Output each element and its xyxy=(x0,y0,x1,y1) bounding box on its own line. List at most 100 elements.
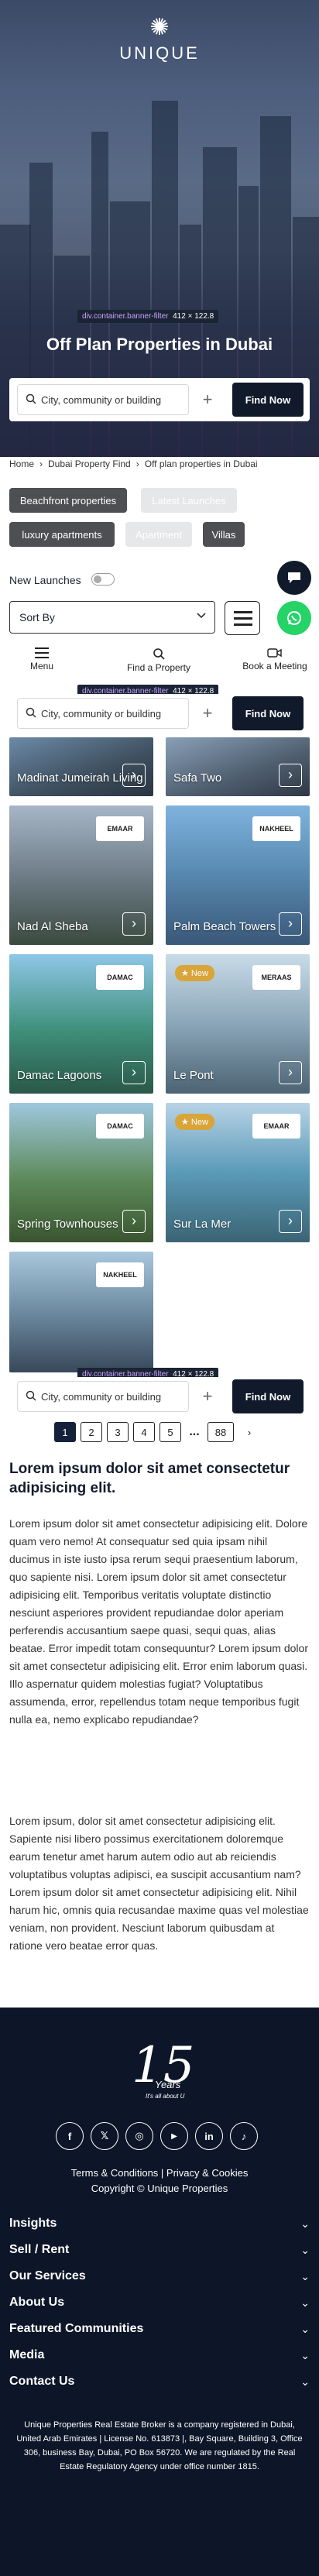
chevron-down-icon: ⌄ xyxy=(300,2269,310,2282)
next-page-button[interactable]: › xyxy=(238,1422,260,1442)
add-filter-button[interactable]: + xyxy=(192,698,223,729)
search-placeholder: City, community or building xyxy=(41,707,162,720)
add-filter-button[interactable]: + xyxy=(192,1381,223,1412)
chevron-down-icon: ⌄ xyxy=(300,2243,310,2256)
search-input[interactable]: City, community or building xyxy=(17,384,189,415)
find-now-button[interactable]: Find Now xyxy=(232,696,304,730)
property-card[interactable]: ★ New MERAAS Le Pont › xyxy=(166,954,310,1094)
pagination-ellipsis: ... xyxy=(189,1425,200,1438)
search-icon xyxy=(26,393,36,407)
filter-luxury-apartments[interactable]: luxury apartments xyxy=(9,522,115,547)
arrow-right-icon[interactable]: › xyxy=(279,1061,302,1084)
property-card[interactable]: NAKHEEL xyxy=(9,1252,153,1372)
page-1-button[interactable]: 1 xyxy=(54,1422,76,1442)
arrow-right-icon[interactable]: › xyxy=(122,1061,146,1084)
instagram-icon[interactable]: ◎ xyxy=(125,2122,153,2150)
chevron-down-icon: ⌄ xyxy=(300,2322,310,2335)
whatsapp-icon[interactable] xyxy=(277,601,311,635)
filter-beachfront[interactable]: Beachfront properties xyxy=(9,488,127,513)
arrow-right-icon[interactable]: › xyxy=(122,764,146,787)
chat-icon[interactable] xyxy=(277,561,311,595)
search-bar: City, community or building + Find Now xyxy=(9,378,310,421)
breadcrumb-current: Off plan properties in Dubai xyxy=(144,459,258,469)
arrow-right-icon[interactable]: › xyxy=(279,1210,302,1233)
tiktok-icon[interactable]: ♪ xyxy=(230,2122,258,2150)
sort-select[interactable]: Sort By xyxy=(9,601,215,634)
page-4-button[interactable]: 4 xyxy=(133,1422,155,1442)
search-placeholder: City, community or building xyxy=(41,1390,162,1403)
property-card[interactable]: NAKHEEL Palm Beach Towers › xyxy=(166,805,310,945)
page-2-button[interactable]: 2 xyxy=(81,1422,102,1442)
chevron-down-icon: ⌄ xyxy=(300,2348,310,2361)
developer-logo: MERAAS xyxy=(252,965,300,990)
filter-villas[interactable]: Villas xyxy=(203,522,245,547)
chevron-down-icon: ⌄ xyxy=(300,2217,310,2230)
facebook-icon[interactable]: f xyxy=(56,2122,84,2150)
youtube-icon[interactable]: ▶ xyxy=(160,2122,188,2150)
arrow-right-icon[interactable]: › xyxy=(122,1210,146,1233)
linkedin-icon[interactable]: in xyxy=(195,2122,223,2150)
arrow-right-icon[interactable]: › xyxy=(279,912,302,936)
nav-menu-label: Menu xyxy=(29,661,54,671)
filter-latest-launches[interactable]: Latest Launches xyxy=(141,488,237,513)
new-badge: ★ New xyxy=(175,965,214,981)
search-input[interactable]: City, community or building xyxy=(17,1381,189,1412)
property-card[interactable]: Safa Two › xyxy=(166,737,310,796)
footer-menu-sell-rent[interactable]: Sell / Rent ⌄ xyxy=(9,2237,310,2263)
x-icon[interactable]: 𝕏 xyxy=(91,2122,118,2150)
footer-menu-services[interactable]: Our Services ⌄ xyxy=(9,2263,310,2289)
chevron-down-icon: ⌄ xyxy=(300,2375,310,2388)
nav-menu[interactable]: Menu xyxy=(19,647,65,671)
sticky-search-bar: City, community or building + Find Now xyxy=(9,694,310,733)
nav-find-property[interactable]: Find a Property xyxy=(116,647,201,673)
property-card[interactable]: DAMAC Damac Lagoons › xyxy=(9,954,153,1094)
footer-menu-contact[interactable]: Contact Us ⌄ xyxy=(9,2368,310,2395)
pagination: 1 2 3 4 5 ... 88 › xyxy=(54,1422,260,1442)
search-placeholder: City, community or building xyxy=(41,393,162,406)
brand-logo-text[interactable]: UNIQUE xyxy=(0,43,319,64)
footer-menu-communities[interactable]: Featured Communities ⌄ xyxy=(9,2316,310,2342)
property-card[interactable]: Madinat Jumeirah Living › xyxy=(9,737,153,796)
chevron-right-icon: › xyxy=(135,459,139,469)
arrow-right-icon[interactable]: › xyxy=(122,912,146,936)
find-now-button[interactable]: Find Now xyxy=(232,1379,304,1413)
search-input[interactable]: City, community or building xyxy=(17,698,189,729)
article-paragraph-1: Lorem ipsum dolor sit amet consectetur a… xyxy=(9,1517,308,1726)
page-5-button[interactable]: 5 xyxy=(160,1422,181,1442)
sort-label: Sort By xyxy=(19,611,55,623)
footer-menu-media[interactable]: Media ⌄ xyxy=(9,2342,310,2368)
footer-menu-insights[interactable]: Insights ⌄ xyxy=(9,2210,310,2237)
property-name: Spring Townhouses xyxy=(17,1218,118,1231)
nav-find-property-label: Find a Property xyxy=(126,662,191,673)
copyright: Copyright © Unique Properties xyxy=(91,2183,228,2194)
page-last-button[interactable]: 88 xyxy=(208,1422,234,1442)
property-card[interactable]: EMAAR Nad Al Sheba › xyxy=(9,805,153,945)
nav-book-meeting-label: Book a Meeting xyxy=(242,661,307,671)
footer-legal-links[interactable]: Terms & Conditions | Privacy & Cookies xyxy=(0,2167,319,2179)
footer-legal-text: Unique Properties Real Estate Broker is … xyxy=(16,2420,303,2471)
developer-logo: EMAAR xyxy=(252,1114,300,1139)
property-name: Sur La Mer xyxy=(173,1218,232,1231)
add-filter-button[interactable]: + xyxy=(192,384,223,415)
developer-logo: DAMAC xyxy=(96,965,144,990)
property-card[interactable]: DAMAC Spring Townhouses › xyxy=(9,1103,153,1242)
breadcrumb-home[interactable]: Home xyxy=(9,459,34,469)
logo-icon[interactable]: ✺ xyxy=(147,15,172,40)
developer-logo: EMAAR xyxy=(96,816,144,841)
page-3-button[interactable]: 3 xyxy=(107,1422,129,1442)
list-view-button[interactable] xyxy=(225,601,260,635)
anniversary-logo: 15 Years It's all about U xyxy=(132,2037,195,2100)
developer-logo: NAKHEEL xyxy=(96,1262,144,1287)
footer-menu-about[interactable]: About Us ⌄ xyxy=(9,2289,310,2316)
sticky-search-bar-bottom: City, community or building + Find Now xyxy=(9,1377,310,1416)
property-card[interactable]: ★ New EMAAR Sur La Mer › xyxy=(166,1103,310,1242)
breadcrumb: Home › Dubai Property Find › Off plan prop… xyxy=(9,459,258,469)
find-now-button[interactable]: Find Now xyxy=(232,383,304,417)
new-launches-toggle[interactable] xyxy=(91,573,115,586)
nav-book-meeting[interactable]: Book a Meeting xyxy=(232,647,317,671)
arrow-right-icon[interactable]: › xyxy=(279,764,302,787)
filter-apartment[interactable]: Apartment xyxy=(125,522,192,547)
breadcrumb-dubai-property-find[interactable]: Dubai Property Find xyxy=(48,459,131,469)
search-icon xyxy=(26,707,36,720)
search-icon xyxy=(153,648,165,660)
